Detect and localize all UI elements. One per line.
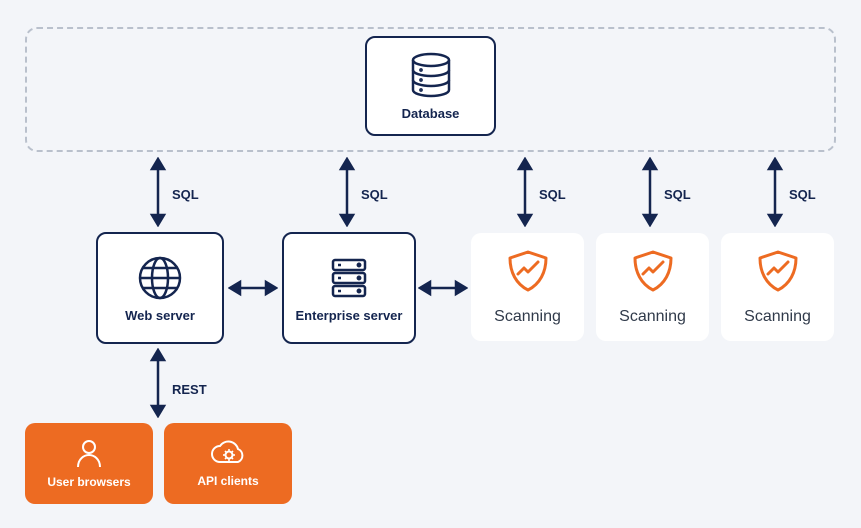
globe-icon [136, 254, 184, 302]
arrow-sql-4 [640, 157, 660, 227]
arrow-sql-2 [337, 157, 357, 227]
web-server-label: Web server [125, 308, 195, 323]
shield-icon [506, 248, 550, 296]
sql-label: SQL [361, 187, 388, 202]
user-browsers-box: User browsers [25, 423, 153, 504]
arrow-sql-3 [515, 157, 535, 227]
database-icon [409, 52, 453, 100]
arrow-web-ent [228, 278, 278, 298]
rest-label: REST [172, 382, 207, 397]
server-icon [325, 254, 373, 302]
sql-label: SQL [789, 187, 816, 202]
scanning-box-3: Scanning [721, 233, 834, 341]
arrow-ent-scan [418, 278, 468, 298]
sql-label: SQL [664, 187, 691, 202]
web-server-box: Web server [96, 232, 224, 344]
scanning-label: Scanning [494, 308, 561, 326]
enterprise-server-box: Enterprise server [282, 232, 416, 344]
database-label: Database [402, 106, 460, 121]
sql-label: SQL [172, 187, 199, 202]
enterprise-server-label: Enterprise server [296, 308, 403, 323]
sql-label: SQL [539, 187, 566, 202]
api-clients-label: API clients [197, 474, 258, 488]
shield-icon [756, 248, 800, 296]
arrow-rest [148, 348, 168, 418]
arrow-sql-1 [148, 157, 168, 227]
user-icon [75, 439, 103, 469]
scanning-box-2: Scanning [596, 233, 709, 341]
cloud-gear-icon [208, 440, 248, 468]
scanning-box-1: Scanning [471, 233, 584, 341]
scanning-label: Scanning [619, 308, 686, 326]
api-clients-box: API clients [164, 423, 292, 504]
arrow-sql-5 [765, 157, 785, 227]
database-box: Database [365, 36, 496, 136]
shield-icon [631, 248, 675, 296]
user-browsers-label: User browsers [47, 475, 130, 489]
scanning-label: Scanning [744, 308, 811, 326]
